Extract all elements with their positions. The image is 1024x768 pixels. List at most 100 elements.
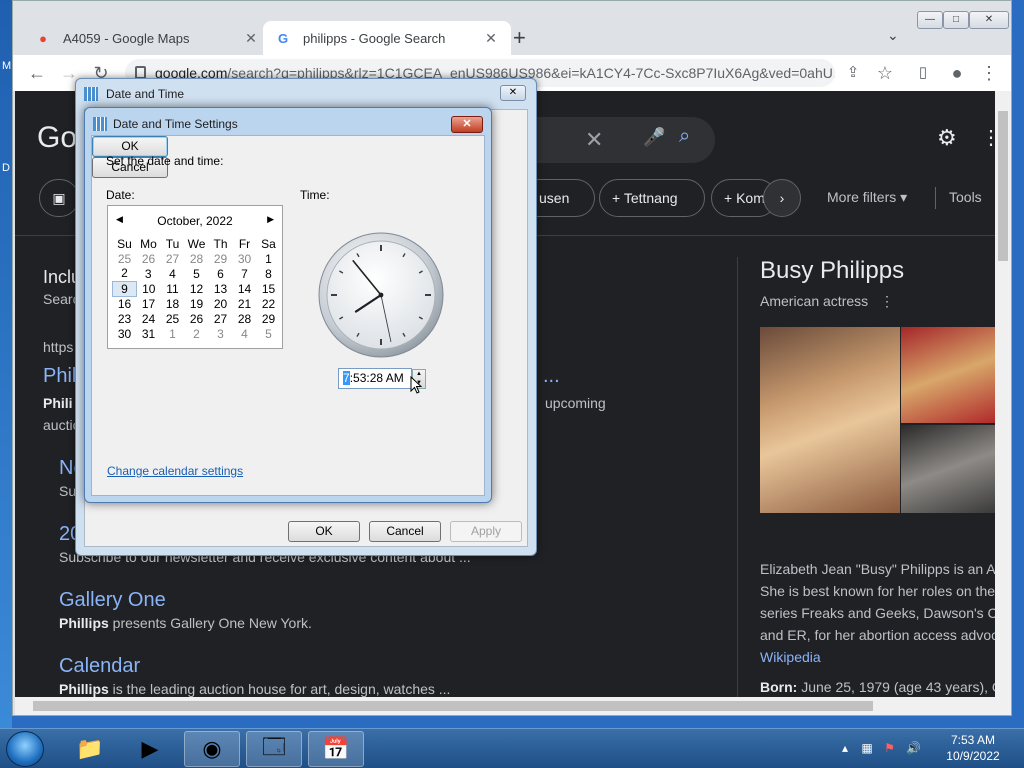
calendar-day[interactable]: 10 xyxy=(137,281,161,296)
calendar-month-header[interactable]: October, 2022 xyxy=(108,214,282,228)
google-logo[interactable]: Go xyxy=(37,121,77,155)
start-button[interactable] xyxy=(6,731,44,767)
back-button[interactable]: ← xyxy=(25,61,49,85)
date-time-taskbar-icon[interactable]: 📅 xyxy=(308,731,364,767)
calendar-day[interactable]: 29 xyxy=(257,311,281,326)
minimize-button[interactable]: — xyxy=(917,11,943,29)
settings-gear-icon[interactable]: ⚙ xyxy=(937,125,957,151)
result-title-link[interactable]: Phil xyxy=(43,365,76,388)
calendar-day[interactable]: 21 xyxy=(233,296,257,311)
calendar-day[interactable]: 1 xyxy=(257,251,281,266)
knowledge-panel-image[interactable] xyxy=(760,327,900,513)
calendar-day[interactable]: 4 xyxy=(161,266,185,281)
more-options-icon[interactable]: ⋮ xyxy=(880,293,894,309)
search-icon[interactable]: ⌕ xyxy=(679,125,690,148)
calendar-day[interactable]: 3 xyxy=(137,266,161,281)
calendar-day[interactable]: 5 xyxy=(257,326,281,341)
calendar-day[interactable]: 11 xyxy=(161,281,185,296)
filter-chip-tettnang[interactable]: + Tettnang xyxy=(599,179,705,217)
calendar-day[interactable]: 26 xyxy=(137,251,161,266)
apply-button[interactable]: Apply xyxy=(450,521,522,542)
tab-search-chevron-icon[interactable]: ⌄ xyxy=(887,27,899,44)
vertical-scrollbar[interactable] xyxy=(995,91,1011,697)
scrollbar-thumb[interactable] xyxy=(998,111,1008,261)
volume-icon[interactable]: 🔊 xyxy=(906,741,921,755)
file-explorer-icon[interactable]: 📁 xyxy=(62,731,118,767)
share-icon[interactable]: ⇪ xyxy=(841,61,865,85)
calendar-day[interactable]: 3 xyxy=(209,326,233,341)
calendar-day[interactable]: 27 xyxy=(161,251,185,266)
calendar-day[interactable]: 22 xyxy=(257,296,281,311)
calendar-day[interactable]: 8 xyxy=(257,266,281,281)
action-center-icon[interactable]: ⚑ xyxy=(884,741,895,755)
clear-search-icon[interactable]: ✕ xyxy=(585,127,603,153)
close-window-button[interactable]: ✕ xyxy=(969,11,1009,29)
ok-button[interactable]: OK xyxy=(288,521,360,542)
calendar-day[interactable]: 24 xyxy=(137,311,161,326)
tools-button[interactable]: Tools xyxy=(949,189,982,205)
calendar-day[interactable]: 15 xyxy=(257,281,281,296)
next-month-icon[interactable]: ▶ xyxy=(267,214,274,225)
close-tab-icon[interactable]: ✕ xyxy=(243,30,259,47)
calendar-day[interactable]: 5 xyxy=(185,266,209,281)
calendar-day[interactable]: 2 xyxy=(113,266,137,281)
calendar-day[interactable]: 30 xyxy=(233,251,257,266)
calendar-day[interactable]: 28 xyxy=(185,251,209,266)
knowledge-panel-image[interactable] xyxy=(901,425,995,513)
microphone-icon[interactable]: 🎤 xyxy=(643,127,665,148)
calendar-control[interactable]: ◀ October, 2022 ▶ Su Mo Tu We Th Fr Sa 25 26 27 28… xyxy=(107,205,283,349)
network-icon[interactable]: ▦ xyxy=(861,741,872,755)
calendar-day[interactable]: 14 xyxy=(233,281,257,296)
calendar-day[interactable]: 17 xyxy=(137,296,161,311)
new-tab-button[interactable]: + xyxy=(513,25,526,51)
calendar-day[interactable]: 23 xyxy=(113,311,137,326)
calendar-day[interactable]: 28 xyxy=(233,311,257,326)
side-panel-icon[interactable]: ▯ xyxy=(911,61,935,85)
calendar-day[interactable]: 29 xyxy=(209,251,233,266)
wikipedia-link[interactable]: Wikipedia xyxy=(760,649,821,665)
calendar-day[interactable]: 16 xyxy=(113,296,137,311)
control-panel-icon[interactable]: 🗔 xyxy=(246,731,302,767)
media-player-icon[interactable]: ▶ xyxy=(122,731,178,767)
calendar-day[interactable]: 30 xyxy=(113,326,137,341)
tab-google-maps[interactable]: ● A4059 - Google Maps ✕ xyxy=(23,21,271,55)
change-calendar-settings-link[interactable]: Change calendar settings xyxy=(107,464,243,478)
close-button[interactable]: ✕ xyxy=(500,85,526,101)
calendar-day[interactable]: 2 xyxy=(185,326,209,341)
calendar-day[interactable]: 25 xyxy=(161,311,185,326)
scrollbar-thumb[interactable] xyxy=(33,701,873,711)
images-chip[interactable]: ▣ xyxy=(39,179,79,217)
bookmark-star-icon[interactable]: ☆ xyxy=(873,61,897,85)
profile-avatar-icon[interactable]: ● xyxy=(945,61,969,85)
cancel-button[interactable]: Cancel xyxy=(369,521,441,542)
close-tab-icon[interactable]: ✕ xyxy=(483,30,499,47)
more-filters-button[interactable]: More filters ▾ xyxy=(827,189,907,206)
sitelink-calendar[interactable]: Calendar xyxy=(59,655,140,678)
knowledge-panel-image[interactable] xyxy=(901,327,995,423)
maximize-button[interactable]: □ xyxy=(943,11,969,29)
sitelink-gallery-one[interactable]: Gallery One xyxy=(59,589,166,612)
calendar-day[interactable]: 25 xyxy=(113,251,137,266)
tab-google-search[interactable]: G philipps - Google Search ✕ xyxy=(263,21,511,55)
close-button[interactable]: ✕ xyxy=(451,116,483,133)
result-ellipsis[interactable]: ... xyxy=(543,365,560,388)
calendar-day[interactable]: 27 xyxy=(209,311,233,326)
calendar-day[interactable]: 9 xyxy=(112,280,137,297)
filter-chip-usen[interactable]: usen xyxy=(535,179,595,217)
calendar-day[interactable]: 6 xyxy=(209,266,233,281)
calendar-day[interactable]: 4 xyxy=(233,326,257,341)
time-input[interactable]: 7:53:28 AM xyxy=(338,368,412,389)
calendar-day[interactable]: 26 xyxy=(185,311,209,326)
chrome-menu-icon[interactable]: ⋮ xyxy=(977,61,1001,85)
calendar-day[interactable]: 18 xyxy=(161,296,185,311)
calendar-day[interactable]: 12 xyxy=(185,281,209,296)
chrome-taskbar-icon[interactable]: ◉ xyxy=(184,731,240,767)
calendar-day[interactable]: 20 xyxy=(209,296,233,311)
calendar-day[interactable]: 19 xyxy=(185,296,209,311)
chips-next-button[interactable]: › xyxy=(763,179,801,217)
show-hidden-icon[interactable]: ▴ xyxy=(842,741,848,755)
calendar-day[interactable]: 1 xyxy=(161,326,185,341)
taskbar-clock[interactable]: 7:53 AM 10/9/2022 xyxy=(930,732,1016,764)
calendar-day[interactable]: 13 xyxy=(209,281,233,296)
calendar-day[interactable]: 31 xyxy=(137,326,161,341)
